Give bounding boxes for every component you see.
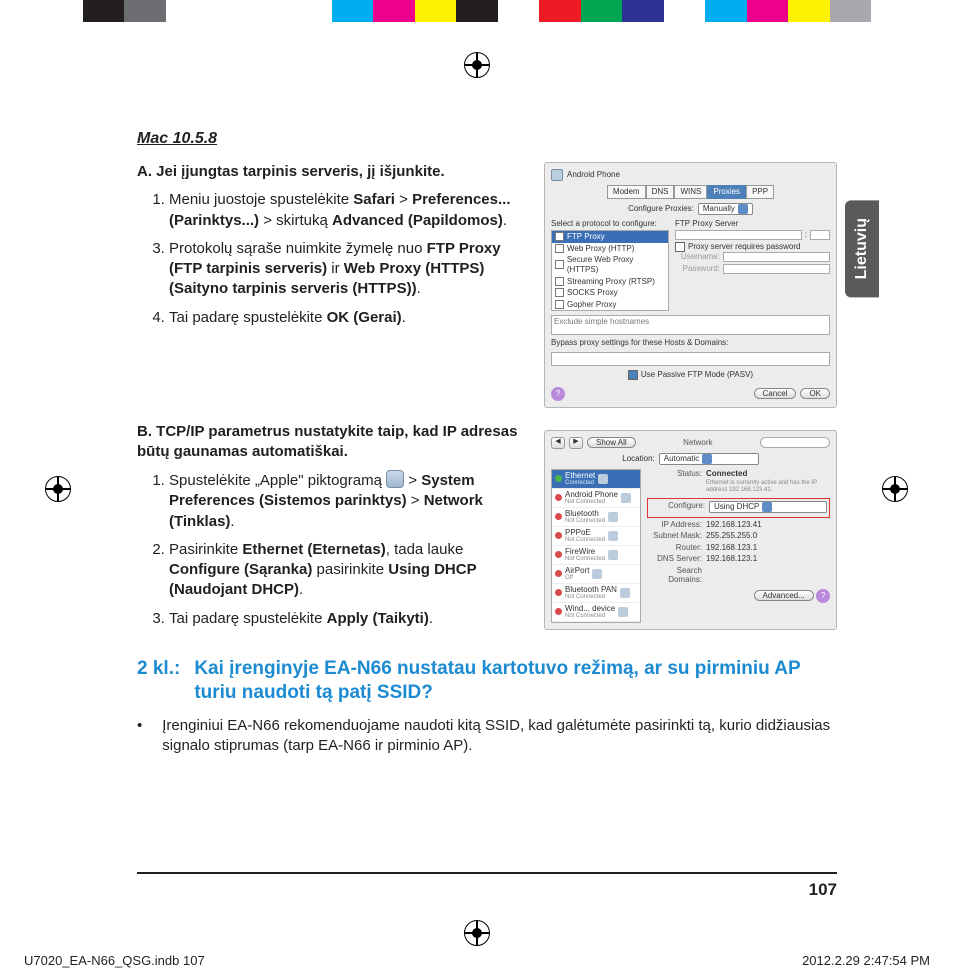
print-footer: U7020_EA-N66_QSG.indb 107 2012.2.29 2:47…: [0, 953, 954, 968]
search-field: [760, 437, 830, 448]
forward-icon: ▶: [569, 437, 583, 449]
section-b-steps: Spustelėkite „Apple" piktogramą > System…: [169, 470, 530, 629]
network-rows: IP Address:192.168.123.41Subnet Mask:255…: [647, 520, 830, 586]
section-title: Mac 10.5.8: [137, 130, 837, 148]
step-a3: Protokolų sąraše nuimkite žymelę nuo FTP…: [169, 239, 530, 300]
registration-mark-icon: [882, 476, 908, 502]
section-a-steps: Meniu juostoje spustelėkite Safari > Pre…: [169, 190, 530, 328]
ok-button: OK: [800, 388, 830, 400]
language-tab: Lietuvių: [845, 200, 879, 297]
screenshot-proxies: Android Phone ModemDNSWINSProxiesPPP Con…: [544, 162, 837, 408]
configure-highlight: Configure:Using DHCP: [647, 498, 830, 518]
help-icon: ?: [551, 387, 565, 401]
apple-icon: [386, 470, 404, 488]
screenshot-network: ◀ ▶ Show All Network Location:Automatic …: [544, 430, 837, 630]
prefs-tabs: ModemDNSWINSProxiesPPP: [551, 185, 830, 199]
step-a4: Tai padarę spustelėkite OK (Gerai).: [169, 308, 530, 328]
step-a1: Meniu juostoje spustelėkite Safari > Pre…: [169, 190, 530, 231]
back-icon: ◀: [551, 437, 565, 449]
page-content: Mac 10.5.8 A. Jei įjungtas tarpinis serv…: [137, 130, 837, 757]
step-b2: Pasirinkite Ethernet (Eternetas), tada l…: [169, 540, 530, 601]
protocol-list: FTP Proxy Web Proxy (HTTP) Secure Web Pr…: [551, 230, 669, 311]
section-a-heading: A. Jei įjungtas tarpinis serveris, jį iš…: [137, 162, 530, 182]
device-icon: [551, 169, 563, 181]
registration-color-bar: [0, 0, 954, 22]
step-b3: Tai padarę spustelėkite Apply (Taikyti).: [169, 609, 530, 629]
cancel-button: Cancel: [754, 388, 797, 400]
page-rule: [137, 872, 837, 874]
registration-mark-icon: [464, 52, 490, 78]
question-2: 2 kl.: Kai įrenginyje EA-N66 nustatau ka…: [137, 657, 837, 706]
registration-mark-icon: [464, 920, 490, 946]
service-list: EthernetConnectedAndroid PhoneNot Connec…: [551, 469, 641, 623]
registration-mark-icon: [45, 476, 71, 502]
section-b-heading: B. TCP/IP parametrus nustatykite taip, k…: [137, 422, 530, 463]
step-b1: Spustelėkite „Apple" piktogramą > System…: [169, 470, 530, 532]
page-number: 107: [137, 880, 837, 900]
answer-bullet: • Įrenginiui EA-N66 rekomenduojame naudo…: [137, 716, 837, 757]
